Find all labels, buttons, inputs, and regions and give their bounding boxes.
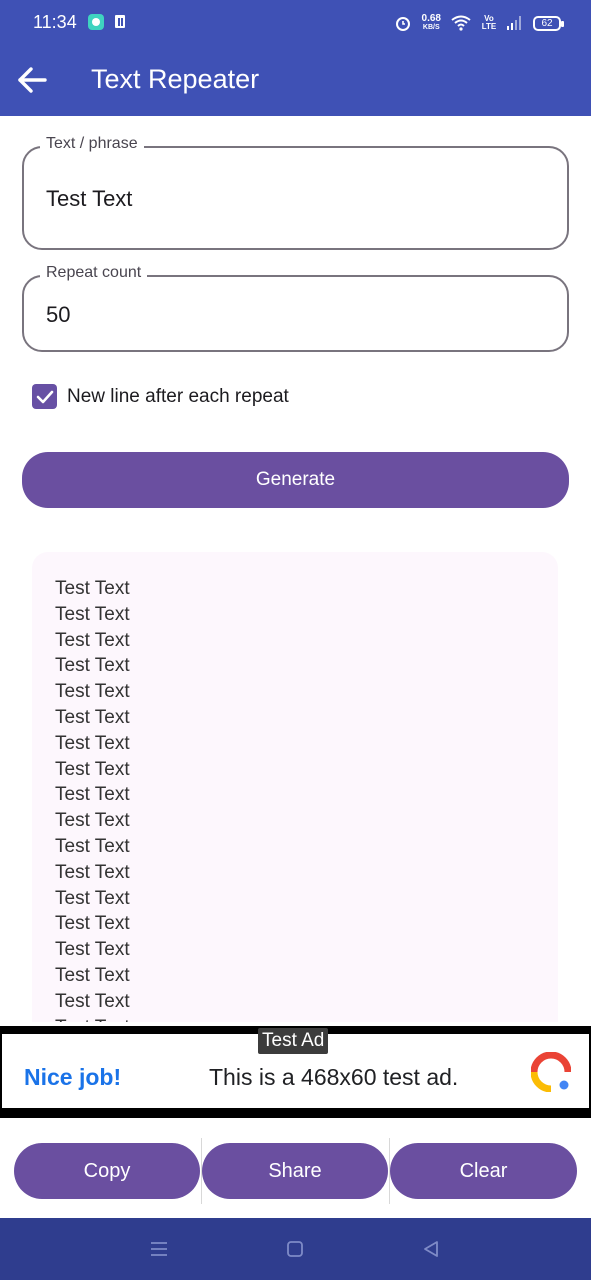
status-bar: 11:34 0.68 KB/S Vo LTE 62 (0, 0, 591, 46)
output-line: Test Text (55, 939, 130, 961)
home-icon[interactable] (284, 1238, 306, 1260)
newline-checkbox-label: New line after each repeat (67, 385, 289, 407)
output-line: Test Text (55, 732, 130, 754)
text-phrase-label: Text / phrase (40, 135, 144, 153)
ad-body: This is a 468x60 test ad. (209, 1064, 459, 1090)
ad-headline: Nice job! (24, 1064, 122, 1090)
net-speed: 0.68 KB/S (421, 13, 441, 32)
wifi-icon (451, 15, 471, 31)
output-line: Test Text (55, 681, 130, 703)
text-phrase-value[interactable]: Test Text (46, 186, 132, 212)
page-title: Text Repeater (91, 64, 260, 94)
output-line: Test Text (55, 629, 130, 651)
ad-logo-icon (531, 1052, 571, 1092)
output-text-area[interactable]: Test Text Test Text Test Text Test Text Test… (32, 552, 558, 1022)
output-line: Test Text (55, 810, 130, 832)
output-line: Test Text (55, 655, 130, 677)
status-time: 11:34 (33, 12, 77, 32)
system-navigation-bar (0, 1218, 591, 1280)
repeat-count-label: Repeat count (40, 264, 148, 282)
generate-button[interactable]: Generate (22, 452, 569, 508)
output-line: Test Text (55, 887, 130, 909)
text-phrase-field[interactable]: Text / phrase Test Text (22, 135, 569, 250)
ad-tag: Test Ad (258, 1028, 329, 1054)
action-buttons: Copy Share Clear (0, 1136, 591, 1208)
arrow-back-icon[interactable] (14, 62, 50, 98)
signal-icon (507, 16, 521, 30)
newline-checkbox[interactable] (32, 384, 57, 409)
status-icons: 0.68 KB/S Vo LTE 62 (394, 11, 564, 35)
output-line: Test Text (55, 964, 130, 986)
top-app-bar: 11:34 0.68 KB/S Vo LTE 62 Text Repeater (0, 0, 591, 116)
output-line: Test Text (55, 578, 130, 599)
menu-icon[interactable] (148, 1238, 170, 1260)
output-line: Test Text (55, 706, 130, 728)
message-notification-icon (88, 14, 104, 30)
back-nav-icon[interactable] (420, 1238, 442, 1260)
copy-button[interactable]: Copy (14, 1143, 200, 1199)
output-line: Test Text (55, 603, 130, 625)
check-icon (36, 390, 53, 403)
output-line: Test Text (55, 861, 130, 883)
battery-icon: 62 (533, 15, 564, 31)
output-line: Test Text (55, 835, 130, 857)
output-line: Test Text (55, 1015, 558, 1022)
output-line: Test Text (55, 784, 130, 806)
repeat-count-value[interactable]: 50 (46, 302, 70, 328)
repeat-count-field[interactable]: Repeat count 50 (22, 264, 569, 352)
volte-indicator: Vo LTE (481, 14, 497, 31)
clear-button[interactable]: Clear (390, 1143, 577, 1199)
output-line: Test Text (55, 990, 130, 1012)
share-button[interactable]: Share (202, 1143, 388, 1199)
newline-checkbox-row[interactable]: New line after each repeat (32, 384, 289, 409)
output-line: Test Text (55, 913, 130, 935)
alarm-icon (395, 17, 410, 31)
sim-notification-icon (115, 15, 125, 28)
output-line: Test Text (55, 758, 130, 780)
